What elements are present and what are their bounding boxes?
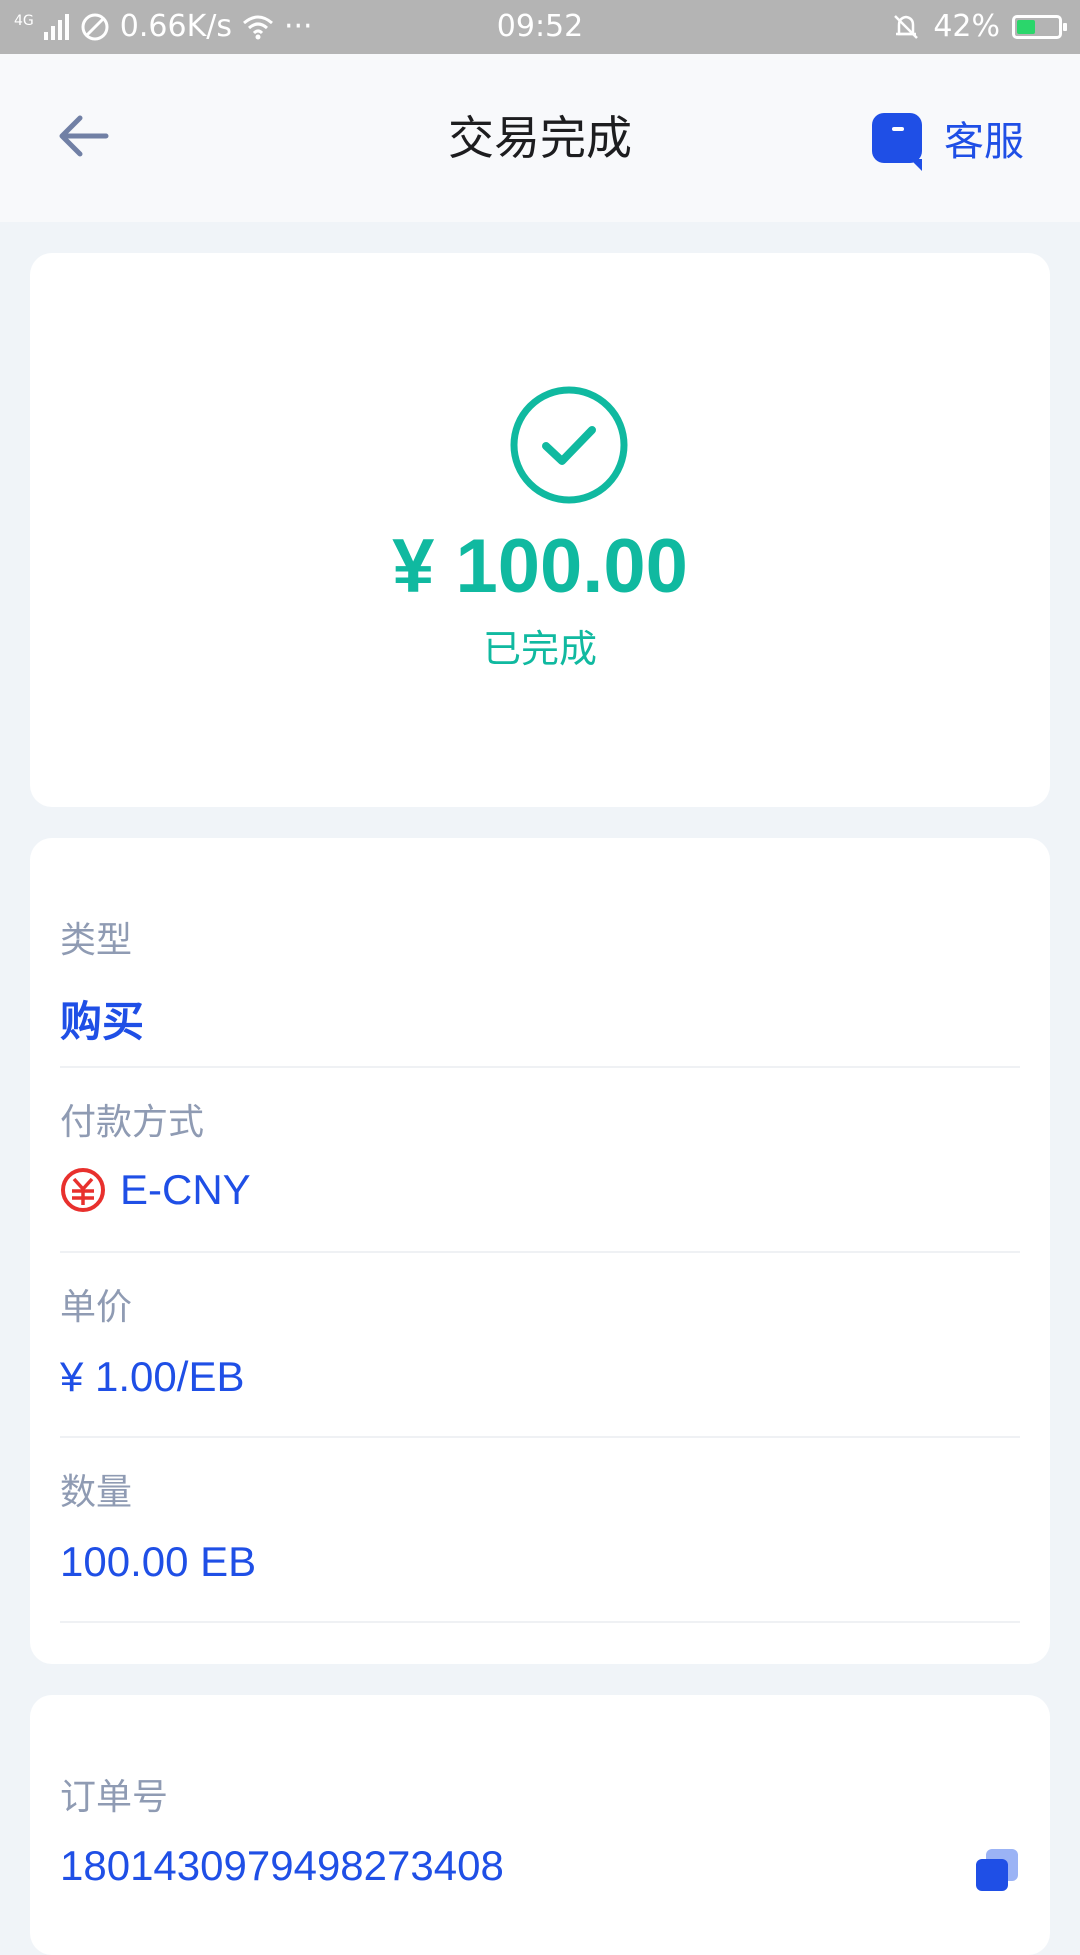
silent-bell-icon [894, 15, 919, 39]
type-label: 类型 [60, 920, 133, 961]
status-bar: 4G 0.66K/s ··· 09:52 42% [0, 0, 1080, 54]
detail-row-type: 类型 购买 [60, 838, 1020, 1068]
check-circle-icon [510, 386, 628, 504]
ecny-logo-icon [61, 1168, 105, 1212]
unit-price-label: 单价 [60, 1287, 133, 1328]
payment-method-value: E-CNY [60, 1166, 251, 1214]
order-number-value: 1801430979498273408 [60, 1842, 504, 1889]
battery-icon [1012, 15, 1067, 39]
transaction-amount: ¥ 100.00 [392, 524, 688, 609]
back-button[interactable] [54, 106, 114, 166]
quantity-value: 100.00 EB [60, 1538, 257, 1585]
detail-row-quantity: 数量 100.00 EB [60, 1438, 1020, 1623]
battery-percent: 42% [933, 9, 1000, 44]
copy-icon[interactable] [972, 1845, 1022, 1895]
detail-row-payment: 付款方式 E-CNY [60, 1068, 1020, 1253]
status-right: 42% [891, 0, 1067, 54]
transaction-status: 已完成 [482, 627, 597, 671]
quantity-label: 数量 [60, 1472, 133, 1513]
header: 交易完成 客服 [0, 54, 1080, 222]
customer-service-button[interactable]: 客服 [872, 108, 1024, 168]
customer-service-label: 客服 [944, 119, 1024, 165]
chat-bubble-icon [872, 113, 922, 163]
payment-method-text: E-CNY [120, 1166, 251, 1213]
order-number-card: 订单号 1801430979498273408 [30, 1695, 1050, 1955]
transaction-status-card: ¥ 100.00 已完成 [30, 253, 1050, 807]
type-value: 购买 [60, 997, 145, 1046]
arrow-left-icon [59, 115, 109, 157]
order-number-label: 订单号 [60, 1777, 169, 1818]
unit-price-value: ¥ 1.00/EB [60, 1353, 245, 1400]
detail-row-unit-price: 单价 ¥ 1.00/EB [60, 1253, 1020, 1438]
transaction-details-card: 类型 购买 付款方式 E-CNY 单价 ¥ 1.00/EB 数量 100.00 … [30, 838, 1050, 1664]
payment-method-label: 付款方式 [60, 1102, 205, 1143]
